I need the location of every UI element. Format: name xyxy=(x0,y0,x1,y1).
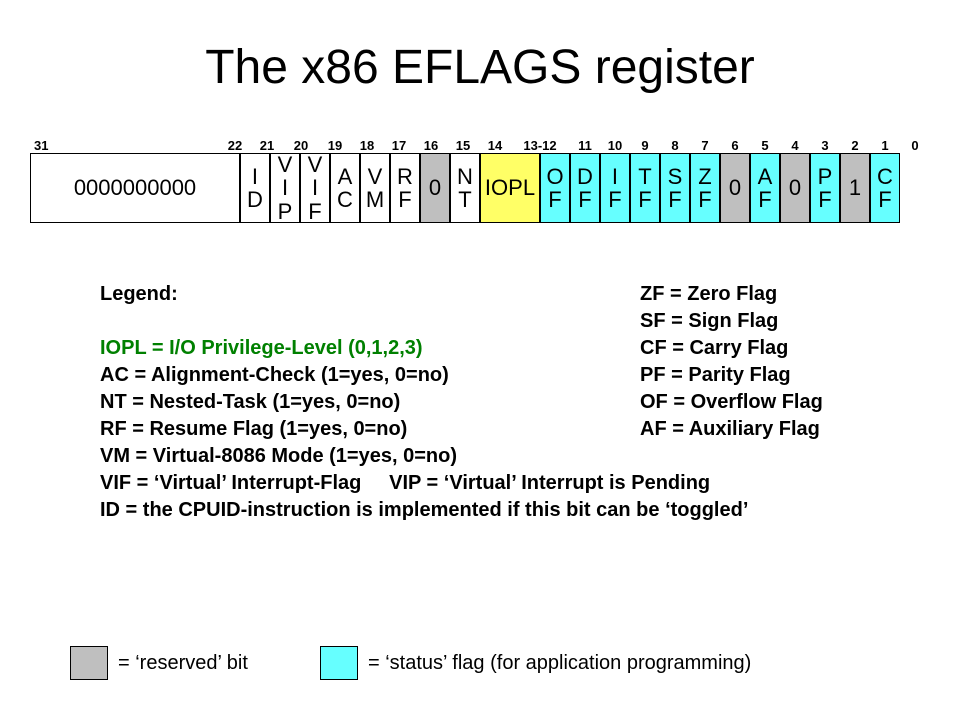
legend-of: OF = Overflow Flag xyxy=(640,391,960,414)
swatch-status-label: = ‘status’ flag (for application program… xyxy=(368,652,751,675)
bit-index-15: 15 xyxy=(448,138,478,153)
cell-vm: VM xyxy=(360,153,390,223)
bit-index-9: 9 xyxy=(630,138,660,153)
cell-af: AF xyxy=(750,153,780,223)
cell-sf: SF xyxy=(660,153,690,223)
eflags-register: 31 22 21 20 19 18 17 16 15 14 13-12 11 1… xyxy=(30,135,920,223)
slide: The x86 EFLAGS register 31 22 21 20 19 1… xyxy=(0,0,960,720)
swatch-reserved: = ‘reserved’ bit xyxy=(70,646,248,680)
cell-vif: VIF xyxy=(300,153,330,223)
bit-index-0: 0 xyxy=(900,138,930,153)
bit-index-21: 21 xyxy=(252,138,282,153)
swatch-status: = ‘status’ flag (for application program… xyxy=(320,646,751,680)
cell-reserved-high: 0000000000 xyxy=(30,153,240,223)
legend-vif-vip: VIF = ‘Virtual’ Interrupt-Flag VIP = ‘Vi… xyxy=(100,472,880,495)
legend-rf: RF = Resume Flag (1=yes, 0=no) xyxy=(100,418,620,441)
cell-rf: RF xyxy=(390,153,420,223)
legend: Legend: IOPL = I/O Privilege-Level (0,1,… xyxy=(100,283,920,526)
legend-heading: Legend: xyxy=(100,283,620,306)
cell-df: DF xyxy=(570,153,600,223)
bit-index-31: 31 xyxy=(30,138,240,153)
bit-index-13-12: 13-12 xyxy=(510,138,570,153)
cell-reserved-15: 0 xyxy=(420,153,450,223)
legend-ac: AC = Alignment-Check (1=yes, 0=no) xyxy=(100,364,620,387)
cell-id: ID xyxy=(240,153,270,223)
legend-af: AF = Auxiliary Flag xyxy=(640,418,960,441)
bit-index-22: 22 xyxy=(220,138,250,153)
page-title: The x86 EFLAGS register xyxy=(40,40,920,95)
bit-index-20: 20 xyxy=(286,138,316,153)
bit-index-14: 14 xyxy=(480,138,510,153)
legend-iopl: IOPL = I/O Privilege-Level (0,1,2,3) xyxy=(100,337,620,360)
cell-cf: CF xyxy=(870,153,900,223)
bit-index-3: 3 xyxy=(810,138,840,153)
legend-zf: ZF = Zero Flag xyxy=(640,283,960,306)
legend-right-col: ZF = Zero Flag SF = Sign Flag CF = Carry… xyxy=(640,283,960,445)
register-row: 0000000000 ID VIP VIF AC VM RF 0 NT IOPL… xyxy=(30,153,920,223)
bit-index-1: 1 xyxy=(870,138,900,153)
bit-index-5: 5 xyxy=(750,138,780,153)
bit-index-8: 8 xyxy=(660,138,690,153)
legend-cf: CF = Carry Flag xyxy=(640,337,960,360)
legend-vm: VM = Virtual-8086 Mode (1=yes, 0=no) xyxy=(100,445,620,468)
cell-reserved-5: 0 xyxy=(720,153,750,223)
cell-vip: VIP xyxy=(270,153,300,223)
cell-ac: AC xyxy=(330,153,360,223)
bit-index-10: 10 xyxy=(600,138,630,153)
bit-index-11: 11 xyxy=(570,138,600,153)
bit-index-2: 2 xyxy=(840,138,870,153)
bit-index-16: 16 xyxy=(416,138,446,153)
bit-index-17: 17 xyxy=(384,138,414,153)
bit-index-19: 19 xyxy=(320,138,350,153)
cell-if: IF xyxy=(600,153,630,223)
bit-index-row: 31 22 21 20 19 18 17 16 15 14 13-12 11 1… xyxy=(30,135,920,153)
legend-sf: SF = Sign Flag xyxy=(640,310,960,333)
legend-nt: NT = Nested-Task (1=yes, 0=no) xyxy=(100,391,620,414)
cell-iopl: IOPL xyxy=(480,153,540,223)
bit-index-7: 7 xyxy=(690,138,720,153)
bit-index-18: 18 xyxy=(352,138,382,153)
cell-nt: NT xyxy=(450,153,480,223)
cell-of: OF xyxy=(540,153,570,223)
swatch-reserved-box xyxy=(70,646,108,680)
cell-tf: TF xyxy=(630,153,660,223)
cell-pf: PF xyxy=(810,153,840,223)
bit-index-6: 6 xyxy=(720,138,750,153)
legend-pf: PF = Parity Flag xyxy=(640,364,960,387)
cell-zf: ZF xyxy=(690,153,720,223)
swatch-status-box xyxy=(320,646,358,680)
swatch-reserved-label: = ‘reserved’ bit xyxy=(118,652,248,675)
cell-reserved-3: 0 xyxy=(780,153,810,223)
legend-left-col: Legend: IOPL = I/O Privilege-Level (0,1,… xyxy=(100,283,620,526)
legend-id: ID = the CPUID-instruction is implemente… xyxy=(100,499,880,522)
cell-reserved-1: 1 xyxy=(840,153,870,223)
bit-index-4: 4 xyxy=(780,138,810,153)
